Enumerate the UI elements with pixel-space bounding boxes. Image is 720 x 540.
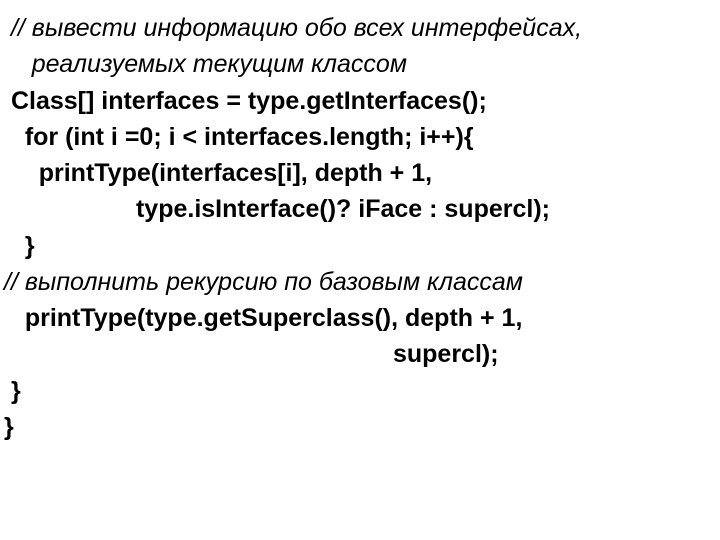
code-line: Class[] interfaces = type.getInterfaces(… bbox=[4, 83, 716, 119]
comment-line: реализуемых текущим классом bbox=[4, 46, 716, 82]
comment-line: // выполнить рекурсию по базовым классам bbox=[4, 264, 716, 300]
code-line: for (int i =0; i < interfaces.length; i+… bbox=[4, 119, 716, 155]
code-line: printType(type.getSuperclass(), depth + … bbox=[4, 300, 716, 336]
code-line: } bbox=[4, 373, 716, 409]
code-snippet: // вывести информацию обо всех интерфейс… bbox=[0, 0, 720, 445]
comment-line: // вывести информацию обо всех интерфейс… bbox=[4, 10, 716, 46]
code-line: } bbox=[4, 409, 716, 445]
code-line: printType(interfaces[i], depth + 1, bbox=[4, 155, 716, 191]
code-line: supercl); bbox=[4, 336, 716, 372]
code-line: } bbox=[4, 228, 716, 264]
code-line: type.isInterface()? iFace : supercl); bbox=[4, 191, 716, 227]
